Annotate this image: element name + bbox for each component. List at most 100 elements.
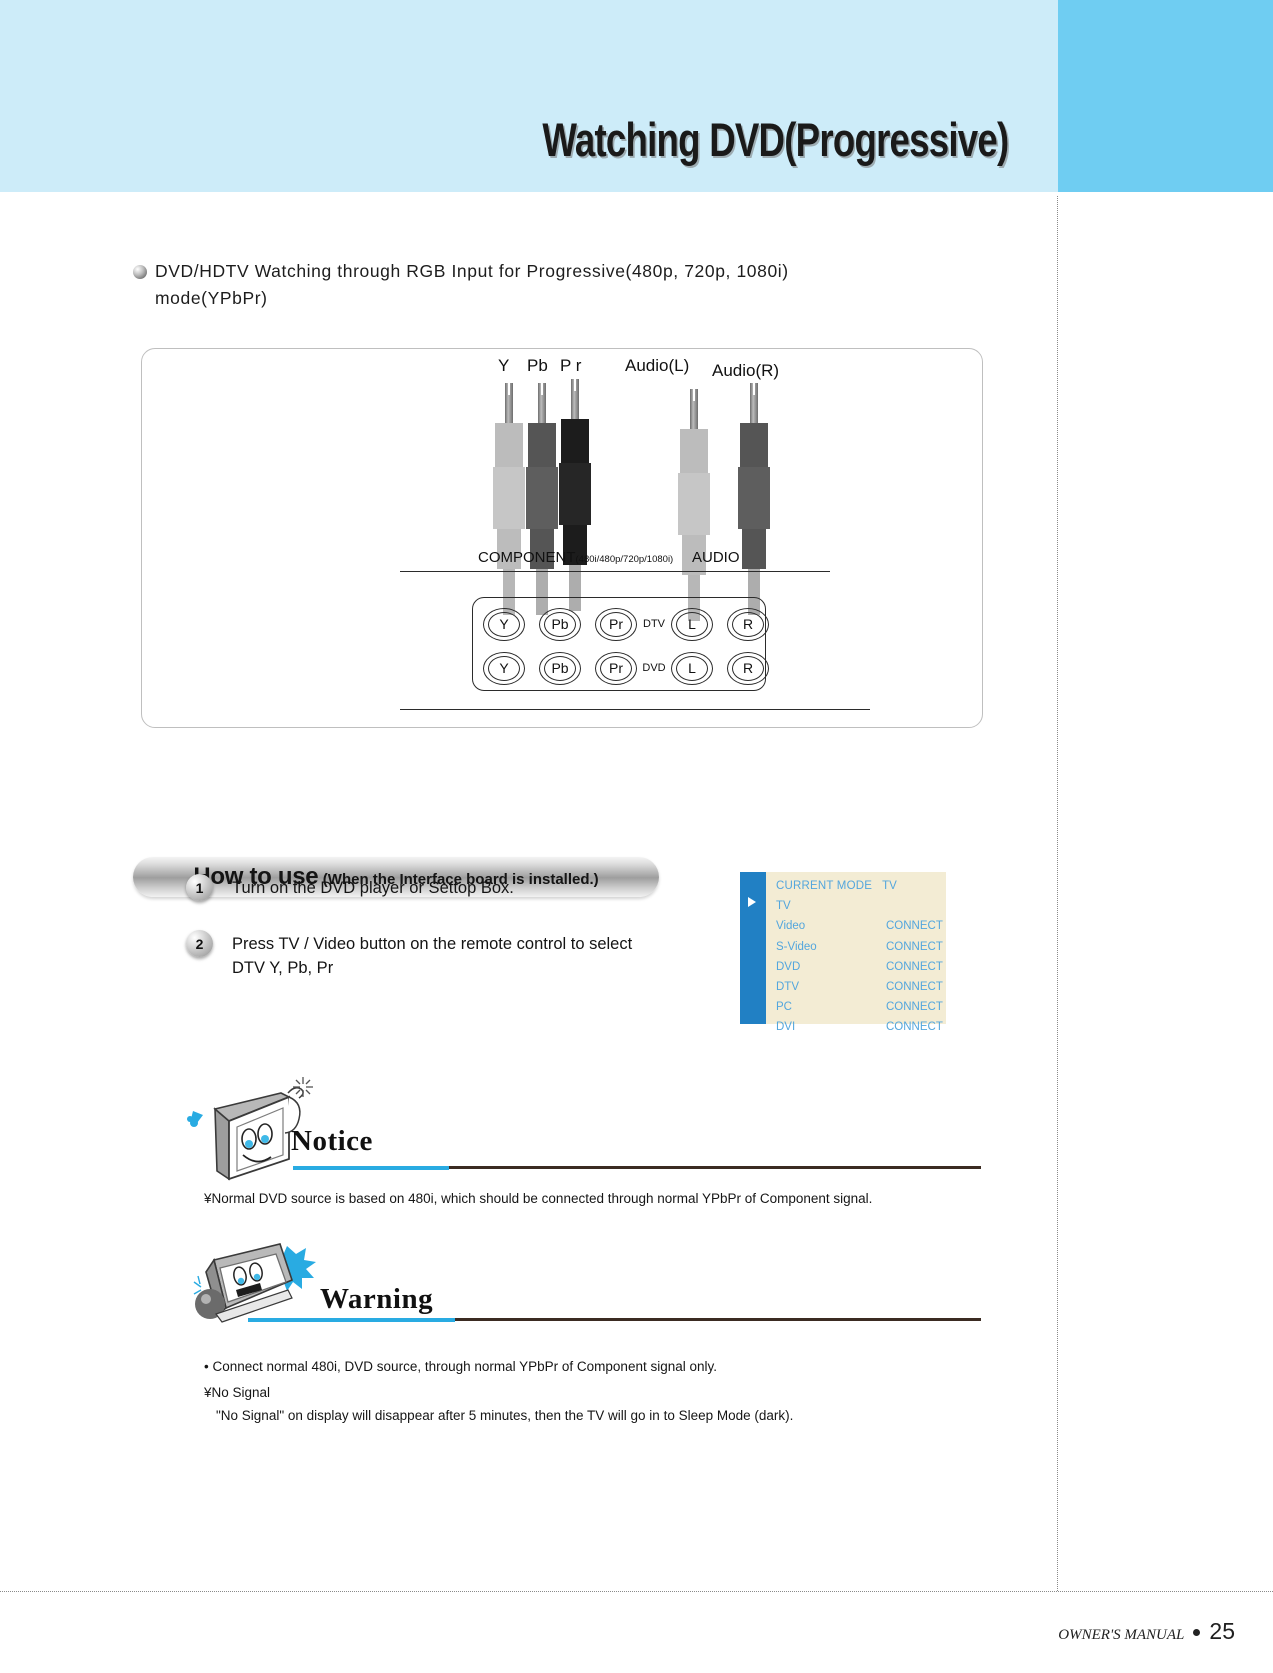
osd-item-status: CONNECT [886, 1021, 943, 1034]
osd-item-pc[interactable]: PC CONNECT [766, 997, 946, 1017]
plug-pin [505, 379, 513, 425]
osd-item-status: CONNECT [886, 940, 943, 953]
plug-label-audio-l: Audio(L) [625, 356, 690, 375]
jack-panel: Y Pb Pr DTV L R Y Pb Pr DVD L R [472, 597, 769, 691]
osd-item-dtv[interactable]: DTV CONNECT [766, 977, 946, 997]
osd-item-s-video[interactable]: S-Video CONNECT [766, 937, 946, 957]
jack-row-dtv: Y Pb Pr DTV L R [473, 604, 775, 644]
jack-row-source-dtv: DTV [643, 618, 665, 630]
osd-left-bar [740, 872, 766, 1024]
plug-body-upper [528, 423, 556, 467]
plug-body-mid [559, 463, 591, 525]
connection-diagram: Y Pb P r Audio(L) Audio(R) COMPONENT(480… [141, 348, 983, 728]
component-label-text: COMPONENT [478, 549, 576, 566]
header-accent-block [1058, 0, 1273, 192]
plug-label-pb: Pb [527, 356, 548, 375]
notice-divider [293, 1166, 981, 1170]
jack-pr-dvd[interactable]: Pr [595, 651, 637, 685]
jack-audio-l-dtv[interactable]: L [671, 607, 713, 641]
right-dotted-divider [1057, 196, 1058, 1591]
osd-item-label: DVI [776, 1021, 796, 1034]
section-heading-line2: mode(YPbPr) [155, 288, 268, 308]
osd-item-dvd[interactable]: DVD CONNECT [766, 957, 946, 977]
plug-body-upper [680, 429, 708, 473]
section-heading: DVD/HDTV Watching through RGB Input for … [133, 258, 993, 312]
jack-label: L [688, 616, 696, 632]
plug-body-upper [561, 419, 589, 463]
osd-item-status: CONNECT [886, 960, 943, 973]
jack-pb-dtv[interactable]: Pb [539, 607, 581, 641]
warning-divider [248, 1318, 981, 1322]
jack-row-dvd: Y Pb Pr DVD L R [473, 648, 775, 688]
jack-label: L [688, 660, 696, 676]
osd-item-label: Video [776, 920, 806, 933]
bottom-dotted-divider [0, 1591, 1273, 1592]
jack-label: Pb [551, 616, 569, 632]
osd-current-mode-row: CURRENT MODE TV [766, 876, 946, 896]
warning-body-line-3: "No Signal" on display will disappear af… [216, 1408, 794, 1423]
osd-item-tv[interactable]: TV [766, 896, 946, 916]
warning-body-line-1: • Connect normal 480i, DVD source, throu… [204, 1359, 717, 1374]
audio-group-label: AUDIO [692, 549, 740, 566]
plug-pin [690, 385, 698, 431]
component-group-label: COMPONENT(480i/480p/720p/1080i) [478, 549, 673, 566]
osd-item-label: TV [776, 900, 791, 913]
disc-bullet-icon [133, 265, 147, 279]
jack-audio-r-dtv[interactable]: R [727, 607, 769, 641]
plug-pin [538, 379, 546, 425]
jack-label: Y [499, 616, 509, 632]
jack-label: Pr [609, 616, 623, 632]
component-label-sub: (480i/480p/720p/1080i) [575, 554, 674, 565]
jack-label: Y [499, 660, 509, 676]
jack-label: R [742, 616, 754, 632]
plug-body-mid [493, 467, 525, 529]
jack-y-dtv[interactable]: Y [483, 607, 525, 641]
section-heading-line1: DVD/HDTV Watching through RGB Input for … [155, 261, 789, 281]
osd-item-status: CONNECT [886, 920, 943, 933]
plug-body-mid [678, 473, 710, 535]
plug-pin [571, 375, 579, 421]
osd-row-list: CURRENT MODE TV TV Video CONNECT S-Video… [766, 876, 946, 1038]
osd-menu-panel: CURRENT MODE TV TV Video CONNECT S-Video… [740, 872, 946, 1033]
footer-manual-label: OWNER'S MANUAL [1058, 1627, 1185, 1643]
page-header: Watching DVD(Progressive) [0, 0, 1273, 192]
jack-label: Pb [551, 660, 569, 676]
footer-page-number: 25 [1209, 1618, 1235, 1644]
warning-title: Warning [320, 1283, 434, 1315]
plug-body-upper [740, 423, 768, 467]
footer-dot-icon [1193, 1629, 1201, 1636]
plug-label-y: Y [498, 356, 510, 375]
plug-body-upper [495, 423, 523, 467]
panel-top-rule [400, 571, 830, 572]
page-footer: OWNER'S MANUAL 25 [1058, 1618, 1235, 1645]
step-item-2: 2 Press TV / Video button on the remote … [186, 930, 706, 980]
step-text: Press TV / Video button on the remote co… [232, 935, 633, 977]
notice-body-line-1: ¥Normal DVD source is based on 480i, whi… [204, 1191, 873, 1206]
osd-current-mode-value: TV [882, 880, 897, 893]
jack-audio-r-dvd[interactable]: R [727, 651, 769, 685]
jack-audio-l-dvd[interactable]: L [671, 651, 713, 685]
osd-item-label: PC [776, 1001, 792, 1014]
panel-bottom-rule [400, 709, 870, 710]
osd-item-video[interactable]: Video CONNECT [766, 916, 946, 936]
jack-y-dvd[interactable]: Y [483, 651, 525, 685]
step-text: Turn on the DVD player or Settop Box. [232, 879, 514, 897]
warning-tv-mascot-icon [193, 1243, 316, 1323]
plug-body-mid [526, 467, 558, 529]
osd-item-status: CONNECT [886, 1001, 943, 1014]
osd-selection-arrow-icon [748, 897, 756, 907]
plug-pin [750, 379, 758, 425]
plug-label-pr: P r [560, 356, 582, 375]
plug-body-mid [738, 467, 770, 529]
plug-label-audio-r: Audio(R) [712, 361, 780, 380]
jack-label: R [742, 660, 754, 676]
osd-item-label: DTV [776, 981, 799, 994]
step-number-badge: 1 [186, 874, 213, 901]
jack-pr-dtv[interactable]: Pr [595, 607, 637, 641]
osd-item-dvi[interactable]: DVI CONNECT [766, 1017, 946, 1037]
osd-item-status: CONNECT [886, 981, 943, 994]
notice-title: Notice [291, 1125, 373, 1157]
step-number-badge: 2 [186, 930, 213, 957]
jack-pb-dvd[interactable]: Pb [539, 651, 581, 685]
osd-item-label: DVD [776, 960, 801, 973]
